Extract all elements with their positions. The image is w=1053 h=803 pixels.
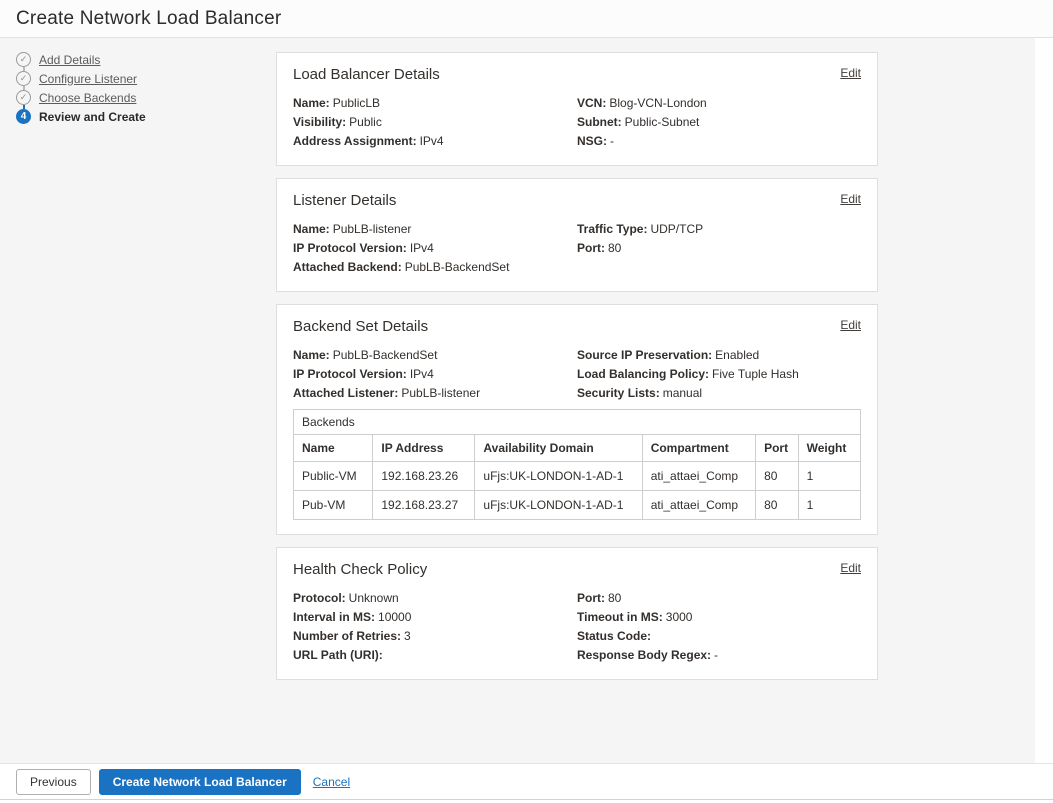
field-source-ip-preservation: Source IP Preservation:Enabled (577, 346, 861, 365)
check-icon: ✓ (16, 71, 31, 86)
step-nav: ✓ Add Details ✓ Configure Listener ✓ Cho… (16, 52, 146, 124)
edit-health-check-link[interactable]: Edit (840, 561, 861, 575)
cell-compartment: ati_attaei_Comp (642, 462, 755, 491)
field-port: Port:80 (577, 589, 861, 608)
backends-table-header-row: Name IP Address Availability Domain Comp… (294, 435, 861, 462)
field-ip-protocol-version: IP Protocol Version:IPv4 (293, 365, 577, 384)
card-title: Load Balancer Details (293, 66, 440, 83)
field-port: Port:80 (577, 239, 861, 258)
step-label[interactable]: Configure Listener (39, 72, 137, 86)
column-header: Compartment (642, 435, 755, 462)
table-row: Pub-VM 192.168.23.27 uFjs:UK-LONDON-1-AD… (294, 491, 861, 520)
field-protocol: Protocol:Unknown (293, 589, 577, 608)
column-header: Port (756, 435, 799, 462)
review-cards: Load Balancer Details Edit Name:PublicLB… (276, 52, 878, 692)
field-url-path: URL Path (URI): (293, 646, 577, 665)
backends-table-caption: Backends (294, 410, 861, 435)
health-check-policy-card: Health Check Policy Edit Protocol:Unknow… (276, 547, 878, 680)
table-row: Public-VM 192.168.23.26 uFjs:UK-LONDON-1… (294, 462, 861, 491)
cell-name: Public-VM (294, 462, 373, 491)
listener-details-card: Listener Details Edit Name:PubLB-listene… (276, 178, 878, 292)
backend-set-details-card: Backend Set Details Edit Name:PubLB-Back… (276, 304, 878, 535)
field-nsg: NSG:- (577, 132, 861, 151)
page-title: Create Network Load Balancer (16, 8, 281, 30)
cell-ip-address: 192.168.23.27 (373, 491, 475, 520)
card-title: Health Check Policy (293, 561, 427, 578)
card-title: Listener Details (293, 192, 396, 209)
step-label[interactable]: Add Details (39, 53, 100, 67)
cell-port: 80 (756, 491, 799, 520)
field-address-assignment: Address Assignment:IPv4 (293, 132, 577, 151)
field-vcn: VCN:Blog-VCN-London (577, 94, 861, 113)
step-add-details[interactable]: ✓ Add Details (16, 52, 146, 67)
field-number-of-retries: Number of Retries:3 (293, 627, 577, 646)
cell-port: 80 (756, 462, 799, 491)
check-icon: ✓ (16, 52, 31, 67)
column-header: IP Address (373, 435, 475, 462)
field-ip-protocol-version: IP Protocol Version:IPv4 (293, 239, 577, 258)
field-name: Name:PubLB-BackendSet (293, 346, 577, 365)
step-configure-listener[interactable]: ✓ Configure Listener (16, 71, 146, 86)
check-icon: ✓ (16, 90, 31, 105)
footer-action-bar: Previous Create Network Load Balancer Ca… (0, 763, 1053, 800)
field-security-lists: Security Lists:manual (577, 384, 861, 403)
field-subnet: Subnet:Public-Subnet (577, 113, 861, 132)
cell-weight: 1 (798, 462, 860, 491)
step-review-and-create[interactable]: 4 Review and Create (16, 109, 146, 124)
field-timeout-ms: Timeout in MS:3000 (577, 608, 861, 627)
column-header: Name (294, 435, 373, 462)
field-attached-listener: Attached Listener:PubLB-listener (293, 384, 577, 403)
cell-ip-address: 192.168.23.26 (373, 462, 475, 491)
cell-availability-domain: uFjs:UK-LONDON-1-AD-1 (475, 491, 642, 520)
field-status-code: Status Code: (577, 627, 861, 646)
field-name: Name:PublicLB (293, 94, 577, 113)
create-network-load-balancer-button[interactable]: Create Network Load Balancer (99, 769, 301, 795)
content-area: ✓ Add Details ✓ Configure Listener ✓ Cho… (0, 38, 1035, 763)
field-interval-ms: Interval in MS:10000 (293, 608, 577, 627)
field-name: Name:PubLB-listener (293, 220, 577, 239)
cell-weight: 1 (798, 491, 860, 520)
edit-load-balancer-link[interactable]: Edit (840, 66, 861, 80)
previous-button[interactable]: Previous (16, 769, 91, 795)
column-header: Availability Domain (475, 435, 642, 462)
column-header: Weight (798, 435, 860, 462)
edit-backend-set-link[interactable]: Edit (840, 318, 861, 332)
cell-compartment: ati_attaei_Comp (642, 491, 755, 520)
field-traffic-type: Traffic Type:UDP/TCP (577, 220, 861, 239)
field-visibility: Visibility:Public (293, 113, 577, 132)
field-attached-backend: Attached Backend:PubLB-BackendSet (293, 258, 577, 277)
card-title: Backend Set Details (293, 318, 428, 335)
step-label[interactable]: Choose Backends (39, 91, 136, 105)
cancel-link[interactable]: Cancel (313, 775, 350, 789)
backends-table: Backends Name IP Address Availability Do… (293, 409, 861, 520)
edit-listener-link[interactable]: Edit (840, 192, 861, 206)
cell-name: Pub-VM (294, 491, 373, 520)
title-bar: Create Network Load Balancer (0, 0, 1053, 38)
step-label: Review and Create (39, 110, 146, 124)
load-balancer-details-card: Load Balancer Details Edit Name:PublicLB… (276, 52, 878, 166)
field-load-balancing-policy: Load Balancing Policy:Five Tuple Hash (577, 365, 861, 384)
step-choose-backends[interactable]: ✓ Choose Backends (16, 90, 146, 105)
cell-availability-domain: uFjs:UK-LONDON-1-AD-1 (475, 462, 642, 491)
step-number-badge: 4 (16, 109, 31, 124)
field-response-body-regex: Response Body Regex:- (577, 646, 861, 665)
